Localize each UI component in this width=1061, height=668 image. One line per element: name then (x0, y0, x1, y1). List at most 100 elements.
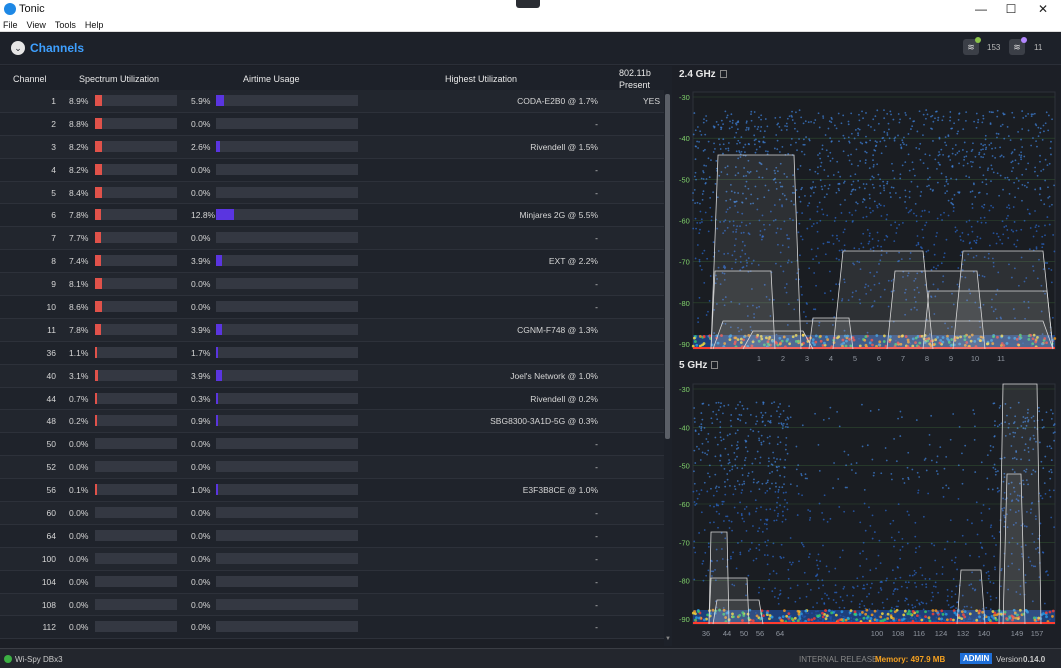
channel-number: 5 (51, 187, 56, 198)
spectrum-point (807, 509, 810, 511)
heat-point (916, 610, 919, 614)
spectrum-point (974, 196, 977, 198)
spectrum-point (856, 577, 859, 580)
wifi-networks-icon[interactable]: ≋ (963, 37, 981, 55)
col-spectrum[interactable]: Spectrum Utilization (79, 74, 159, 84)
table-row[interactable]: 11 7.8% 3.9% CGNM-F748 @ 1.3% (0, 318, 664, 342)
spectrum-point (756, 450, 759, 453)
spectrum-point (958, 192, 961, 194)
table-row[interactable]: 8 7.4% 3.9% EXT @ 2.2% (0, 250, 664, 274)
window-grip-handle[interactable] (516, 0, 540, 8)
copy-icon[interactable] (719, 70, 727, 79)
spectrum-point (793, 127, 796, 130)
spectrum-point (712, 191, 715, 194)
spectrum-point (771, 482, 773, 485)
table-row[interactable]: 5 8.4% 0.0% - (0, 181, 664, 205)
spectrum-point (715, 401, 718, 404)
table-row[interactable]: 6 7.8% 12.8% Minjares 2G @ 5.5% (0, 204, 664, 228)
heat-point (1044, 611, 1048, 615)
spectrum-point (1040, 460, 1043, 463)
menu-file[interactable]: File (3, 20, 18, 30)
table-row[interactable]: 60 0.0% 0.0% - (0, 502, 664, 525)
table-row[interactable]: 3 8.2% 2.6% Rivendell @ 1.5% (0, 135, 664, 159)
spectrum-graph-24ghz[interactable]: -30-40-50-60-70-80-901 2 3 4 5 6 7 8 9 10 11 (673, 86, 1061, 371)
scroll-down-icon[interactable]: ▼ (664, 636, 672, 642)
spectrum-point (862, 541, 865, 544)
table-row[interactable]: 64 0.0% 0.0% - (0, 524, 664, 548)
spectrum-point (812, 258, 815, 261)
menu-view[interactable]: View (27, 20, 46, 30)
spectrum-point (989, 598, 992, 601)
table-row[interactable]: 52 0.0% 0.0% - (0, 456, 664, 480)
col-channel[interactable]: Channel (13, 74, 47, 84)
spectrum-point (954, 226, 957, 229)
table-row[interactable]: 44 0.7% 0.3% Rivendell @ 0.2% (0, 387, 664, 411)
spectrum-point (901, 537, 904, 540)
wifi-clients-icon[interactable]: ≋ (1009, 37, 1027, 55)
channel-table[interactable]: 1 8.9% 5.9% CODA-E2B0 @ 1.7% YES 2 8.8% 0.0% -3 8… (0, 90, 664, 640)
spectrum-point (736, 444, 738, 447)
table-row[interactable]: 108 0.0% 0.0% - (0, 593, 664, 617)
table-row[interactable]: 7 7.7% 0.0% - (0, 227, 664, 251)
spectrum-point (888, 137, 891, 140)
maximize-button[interactable]: ☐ (996, 0, 1026, 18)
heat-point (937, 617, 941, 621)
heat-point (995, 618, 998, 622)
y-tick-label: -40 (679, 134, 690, 143)
minimize-button[interactable]: — (966, 0, 996, 18)
spectrum-point (910, 180, 913, 183)
table-row[interactable]: 36 1.1% 1.7% (0, 341, 664, 365)
col-802b-line1[interactable]: 802.11b (619, 68, 651, 78)
spectrum-point (768, 442, 771, 445)
spectrum-point (1020, 138, 1022, 141)
table-row[interactable]: 1 8.9% 5.9% CODA-E2B0 @ 1.7% YES (0, 90, 664, 113)
close-button[interactable]: ✕ (1028, 0, 1058, 18)
table-row[interactable]: 4 8.2% 0.0% - (0, 158, 664, 182)
spectrum-point (871, 238, 874, 240)
spectrum-point (871, 175, 874, 178)
col-802b-line2[interactable]: Present (619, 80, 650, 90)
spectrum-point (798, 597, 801, 600)
table-row[interactable]: 2 8.8% 0.0% - (0, 112, 664, 136)
spectrum-point (1051, 118, 1053, 121)
spectrum-point (735, 150, 738, 153)
table-row[interactable]: 48 0.2% 0.9% SBG8300-3A1D-5G @ 0.3% (0, 410, 664, 434)
spectrum-point (760, 434, 763, 437)
menu-tools[interactable]: Tools (55, 20, 76, 30)
col-airtime[interactable]: Airtime Usage (243, 74, 300, 84)
scrollbar-thumb[interactable] (665, 94, 670, 439)
table-row[interactable]: 9 8.1% 0.0% - (0, 273, 664, 297)
spectrum-point (906, 466, 909, 469)
spectrum-point (911, 468, 914, 471)
heat-point (834, 613, 838, 617)
spectrum-point (994, 420, 996, 423)
table-row[interactable]: 104 0.0% 0.0% - (0, 570, 664, 594)
spectrum-point (963, 141, 966, 144)
table-row[interactable]: 50 0.0% 0.0% - (0, 433, 664, 457)
spectrum-point (884, 447, 887, 449)
spectrum-point (843, 182, 845, 184)
menu-help[interactable]: Help (85, 20, 104, 30)
spectrum-point (1002, 155, 1005, 158)
spectrum-graph-5ghz[interactable]: -30-40-50-60-70-80-9036 44 50 56 64 100 108 116… (673, 378, 1061, 646)
table-row[interactable]: 40 3.1% 3.9% Joel's Network @ 1.0% (0, 364, 664, 388)
spectrum-point (796, 485, 798, 487)
spectrum-point (755, 401, 758, 404)
table-row[interactable]: 10 8.6% 0.0% - (0, 296, 664, 319)
table-row[interactable]: 100 0.0% 0.0% - (0, 547, 664, 571)
spectrum-point (817, 579, 819, 581)
spectrum-point (698, 493, 701, 496)
table-row[interactable]: 112 0.0% 0.0% - (0, 616, 664, 640)
spectrum-point (715, 504, 718, 507)
spectrum-value: 0.2% (69, 416, 89, 427)
chevron-down-icon[interactable]: ⌄ (11, 41, 25, 55)
spectrum-point (707, 441, 709, 443)
table-scrollbar[interactable]: ▼ (664, 90, 672, 646)
copy-icon[interactable] (711, 361, 719, 370)
heat-point (1042, 612, 1045, 616)
spectrum-point (708, 464, 711, 467)
airtime-value: 0.0% (191, 233, 211, 244)
spectrum-point (706, 453, 709, 456)
table-row[interactable]: 56 0.1% 1.0% E3F3B8CE @ 1.0% (0, 479, 664, 503)
col-highest[interactable]: Highest Utilization (445, 74, 517, 84)
